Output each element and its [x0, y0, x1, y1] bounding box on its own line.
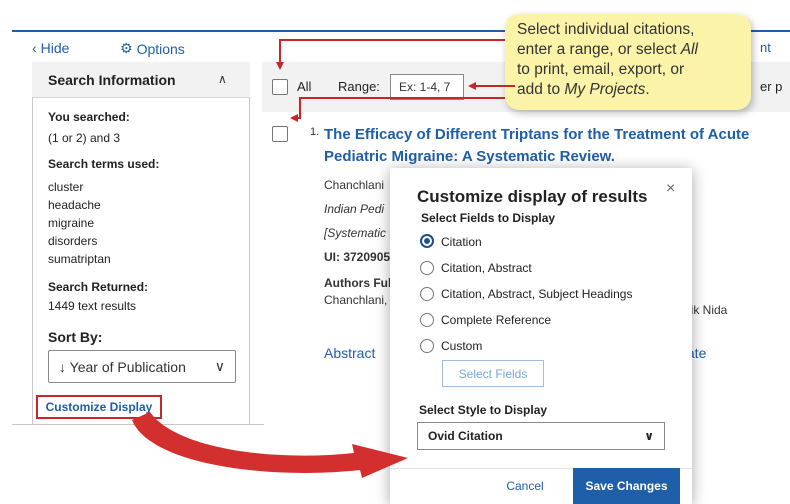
gear-icon: ⚙: [120, 40, 133, 56]
bottom-divider: [12, 424, 264, 425]
returned-label: Search Returned:: [48, 280, 149, 294]
callout-emphasis: All: [680, 41, 698, 58]
options-label: Options: [136, 40, 185, 57]
sort-value: ↓ Year of Publication: [59, 358, 186, 375]
result-number: 1.: [310, 126, 320, 138]
result-type: [Systematic: [324, 226, 387, 240]
callout-text: .: [645, 81, 650, 98]
authors-full-value: Chanchlani,: [324, 293, 388, 307]
all-label: All: [297, 79, 312, 94]
authors-full-label: Authors Ful: [324, 276, 392, 290]
radio-custom[interactable]: [420, 339, 434, 353]
sort-select[interactable]: ↓ Year of Publication ∨: [48, 350, 236, 383]
term-item: disorders: [48, 234, 98, 248]
callout-line: enter a range, or select All: [517, 40, 739, 60]
option-complete-reference: Complete Reference: [441, 313, 552, 327]
terms-label: Search terms used:: [48, 157, 160, 171]
result-journal: Indian Pedi: [324, 202, 385, 216]
customize-display-link[interactable]: Customize Display: [36, 395, 162, 419]
result-checkbox[interactable]: [272, 126, 288, 142]
option-citation: Citation: [441, 235, 482, 249]
sort-by-label: Sort By:: [48, 329, 103, 345]
chevron-down-icon: ∨: [644, 429, 654, 443]
radio-complete-reference[interactable]: [420, 313, 434, 327]
term-item: cluster: [48, 180, 84, 194]
chevron-up-icon[interactable]: ∧: [218, 72, 227, 86]
callout-line: to print, email, export, or: [517, 61, 685, 78]
cancel-button[interactable]: Cancel: [500, 476, 550, 496]
term-item: headache: [48, 198, 101, 212]
fields-label: Select Fields to Display: [421, 211, 556, 225]
style-select[interactable]: Ovid Citation ∨: [417, 422, 665, 450]
range-input[interactable]: Ex: 1-4, 7: [390, 74, 464, 100]
tip-callout: Select individual citations, enter a ran…: [505, 14, 751, 110]
panel-title: Search Information: [48, 72, 176, 88]
option-citation-abstract-subject: Citation, Abstract, Subject Headings: [441, 287, 633, 301]
callout-text: enter a range, or select: [517, 41, 681, 58]
radio-citation-abstract[interactable]: [420, 261, 434, 275]
options-link[interactable]: ⚙ Options: [120, 40, 185, 57]
style-label: Select Style to Display: [419, 403, 548, 417]
result-ui: UI: 3720905: [324, 250, 391, 264]
select-all-checkbox[interactable]: [272, 79, 288, 95]
select-fields-button[interactable]: Select Fields: [442, 360, 544, 387]
truncated-toolbar-text: er p: [760, 79, 783, 94]
you-searched-value: (1 or 2) and 3: [48, 131, 121, 145]
radio-citation[interactable]: [420, 234, 434, 248]
option-citation-abstract: Citation, Abstract: [441, 261, 532, 275]
hide-link[interactable]: ‹ Hide: [32, 40, 69, 56]
style-value: Ovid Citation: [428, 429, 503, 443]
term-item: sumatriptan: [48, 252, 111, 266]
term-item: migraine: [48, 216, 95, 230]
range-label: Range:: [338, 79, 380, 94]
returned-value: 1449 text results: [48, 299, 137, 313]
callout-text: add to: [517, 81, 565, 98]
truncated-top-link[interactable]: nt: [760, 40, 771, 55]
option-custom: Custom: [441, 339, 483, 353]
chevron-down-icon: ∨: [214, 358, 225, 374]
callout-line: add to My Projects.: [517, 80, 739, 100]
abstract-link[interactable]: Abstract: [324, 345, 375, 361]
callout-line: Select individual citations,: [517, 21, 695, 38]
result-title[interactable]: The Efficacy of Different Triptans for t…: [324, 124, 784, 168]
callout-emphasis: My Projects: [564, 81, 646, 98]
radio-citation-abstract-subject[interactable]: [420, 287, 434, 301]
hide-label: Hide: [40, 40, 70, 56]
save-changes-button[interactable]: Save Changes: [573, 468, 680, 504]
close-icon[interactable]: ×: [666, 180, 675, 198]
modal-title: Customize display of results: [417, 187, 648, 206]
chevron-left-icon: ‹: [32, 40, 37, 56]
you-searched-label: You searched:: [48, 110, 130, 124]
result-author: Chanchlani: [324, 178, 385, 192]
